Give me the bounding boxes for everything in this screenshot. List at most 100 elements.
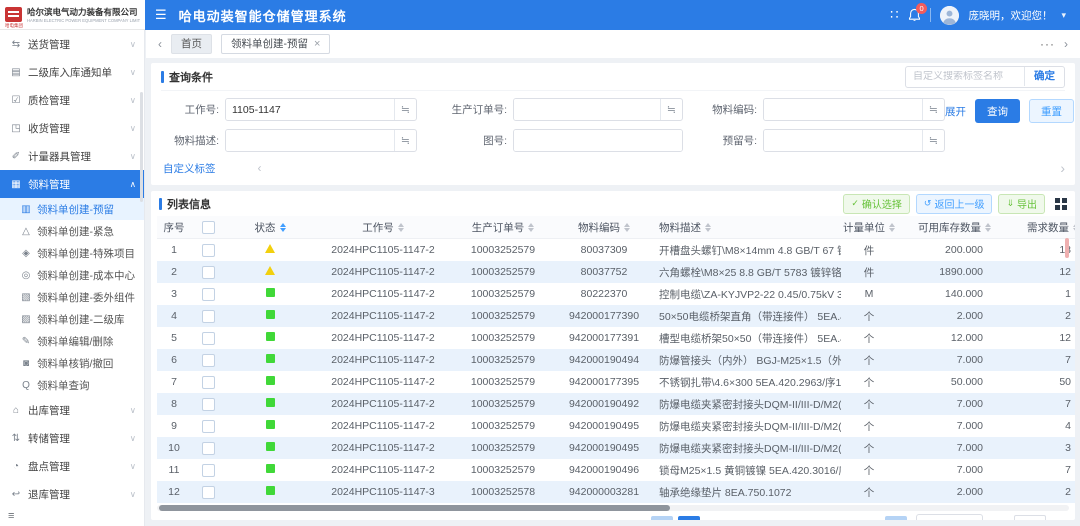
goto-page-input[interactable] [1014,515,1046,521]
sort-icon[interactable] [280,223,286,232]
user-menu-caret-icon[interactable]: ▾ [1061,10,1066,21]
sidebar-item-receiving[interactable]: ◳收货管理∨ [0,114,144,142]
row-checkbox[interactable] [202,332,215,345]
sidebar-item-stocktake[interactable]: ◔盘点管理∨ [0,452,144,480]
column-header-material-code[interactable]: 物料编码 [555,216,653,239]
sort-icon[interactable] [889,223,895,232]
tab-requisition-create-reserve[interactable]: 领料单创建-预留 × [221,34,330,54]
expand-link[interactable]: 展开 [945,104,966,119]
sidebar-item-measuring-tools[interactable]: ✐计量器具管理∨ [0,142,144,170]
row-checkbox[interactable] [202,486,215,499]
sidebar-item-delivery[interactable]: ⇆送货管理∨ [0,30,144,58]
sidebar-item-secondary-inbound-notice[interactable]: ▤二级库入库通知单∨ [0,58,144,86]
filter-icon[interactable]: ≒ [922,99,944,120]
reserve-no-input[interactable] [764,130,922,151]
sidebar-item-create-urgent[interactable]: △领料单创建-紧急 [0,220,144,242]
filter-icon[interactable]: ≒ [660,99,682,120]
page-button[interactable]: 2 [705,516,727,520]
prev-page-button[interactable]: ‹ [651,516,673,520]
column-header-stock-qty[interactable]: 可用库存数量 [897,216,1005,239]
column-header-unit[interactable]: 计量单位 [841,216,897,239]
avatar[interactable] [940,6,959,25]
sort-icon[interactable] [705,223,711,232]
sidebar-item-verify-withdraw[interactable]: ◙领料单核销/撤回 [0,352,144,374]
page-button[interactable]: 6 [813,516,835,520]
sidebar-item-create-outsourced[interactable]: ▧领料单创建-委外组件 [0,286,144,308]
row-checkbox[interactable] [202,244,215,257]
vertical-scrollbar[interactable] [1065,238,1069,258]
sidebar-scrollbar[interactable] [140,92,143,202]
column-header-order-no[interactable]: 生产订单号 [451,216,555,239]
material-desc-input[interactable] [226,130,394,151]
sidebar-item-requisition[interactable]: ▦领料管理∧ [0,170,144,198]
column-header-work-no[interactable]: 工作号 [315,216,451,239]
fullscreen-icon[interactable]: ∷ [890,7,899,23]
production-order-no-input[interactable] [514,99,660,120]
row-checkbox[interactable] [202,266,215,279]
page-size-select[interactable]: 200条/页 ▾ [916,514,982,520]
chevron-left-icon[interactable]: ‹ [258,161,262,175]
filter-icon[interactable]: ≒ [394,99,416,120]
sidebar-item-query[interactable]: Q领料单查询 [0,374,144,396]
row-checkbox[interactable] [202,310,215,323]
close-icon[interactable]: × [314,35,320,53]
sidebar-collapse-icon[interactable]: ≡ [8,510,14,522]
page-button[interactable]: 1 [678,516,700,520]
tab-back-icon[interactable]: ‹ [158,37,162,51]
next-page-button[interactable]: › [885,516,907,520]
sidebar-item-create-secondary[interactable]: ▨领料单创建-二级库 [0,308,144,330]
sidebar-item-return[interactable]: ↩退库管理∨ [0,480,144,508]
cell-stock-qty: 7.000 [957,354,983,366]
page-button[interactable]: 5 [786,516,808,520]
page-button[interactable]: 3 [732,516,754,520]
page-button[interactable]: 4 [759,516,781,520]
filter-icon[interactable]: ≒ [922,130,944,151]
export-button[interactable]: ⇓ 导出 [998,194,1045,214]
column-header-status[interactable]: 状态 [225,216,315,239]
sidebar-item-create-reserve[interactable]: ▥领料单创建-预留 [0,198,144,220]
column-header-material-desc[interactable]: 物料描述 [653,216,841,239]
reset-button[interactable]: 重置 [1029,99,1074,123]
column-header-demand-qty[interactable]: 需求数量 [1005,216,1075,239]
page-button[interactable]: 12 [858,516,880,520]
sidebar-item-quality-inspection[interactable]: ☑质检管理∨ [0,86,144,114]
sort-icon[interactable] [528,223,534,232]
work-no-input[interactable] [226,99,394,120]
sort-icon[interactable] [398,223,404,232]
custom-tag-link[interactable]: 自定义标签 [163,161,216,176]
sidebar-item-edit-delete[interactable]: ✎领料单编辑/删除 [0,330,144,352]
row-checkbox[interactable] [202,376,215,389]
sort-icon[interactable] [1073,223,1075,232]
scrollbar-thumb[interactable] [159,505,670,511]
confirm-button[interactable]: 确定 [1024,67,1064,86]
sort-icon[interactable] [624,223,630,232]
sidebar-item-outbound[interactable]: ⌂出库管理∨ [0,396,144,424]
notification-bell-icon[interactable]: 0 [908,8,921,22]
tab-home[interactable]: 首页 [171,34,212,54]
sidebar-item-create-special[interactable]: ◈领料单创建-特殊项目 [0,242,144,264]
cell-material-desc: 轴承绝缘垫片 8EA.750.1072 [659,487,791,499]
custom-tag-input[interactable] [906,71,1024,82]
cell-work-no: 2024HPC1105-1147-2 [331,310,435,322]
sidebar-item-create-cost-center[interactable]: ◎领料单创建-成本中心 [0,264,144,286]
confirm-select-button[interactable]: ✓ 确认选择 [843,194,910,214]
drawing-no-input[interactable] [514,130,682,151]
row-checkbox[interactable] [202,442,215,455]
header-checkbox[interactable] [202,221,215,234]
row-checkbox[interactable] [202,354,215,367]
row-checkbox[interactable] [202,464,215,477]
tab-more-icon[interactable]: ··· [1040,37,1055,51]
row-checkbox[interactable] [202,420,215,433]
column-settings-icon[interactable] [1055,198,1067,210]
filter-icon[interactable]: ≒ [394,130,416,151]
chevron-right-icon[interactable]: › [1060,160,1065,176]
search-button[interactable]: 查询 [975,99,1020,123]
row-checkbox[interactable] [202,288,215,301]
sidebar-item-transfer[interactable]: ⇅转储管理∨ [0,424,144,452]
row-checkbox[interactable] [202,398,215,411]
material-code-input[interactable] [764,99,922,120]
back-one-level-button[interactable]: ↺ 返回上一级 [916,194,993,214]
sort-icon[interactable] [985,223,991,232]
tab-next-icon[interactable]: › [1064,37,1068,51]
menu-collapse-icon[interactable]: ☰ [155,7,167,23]
